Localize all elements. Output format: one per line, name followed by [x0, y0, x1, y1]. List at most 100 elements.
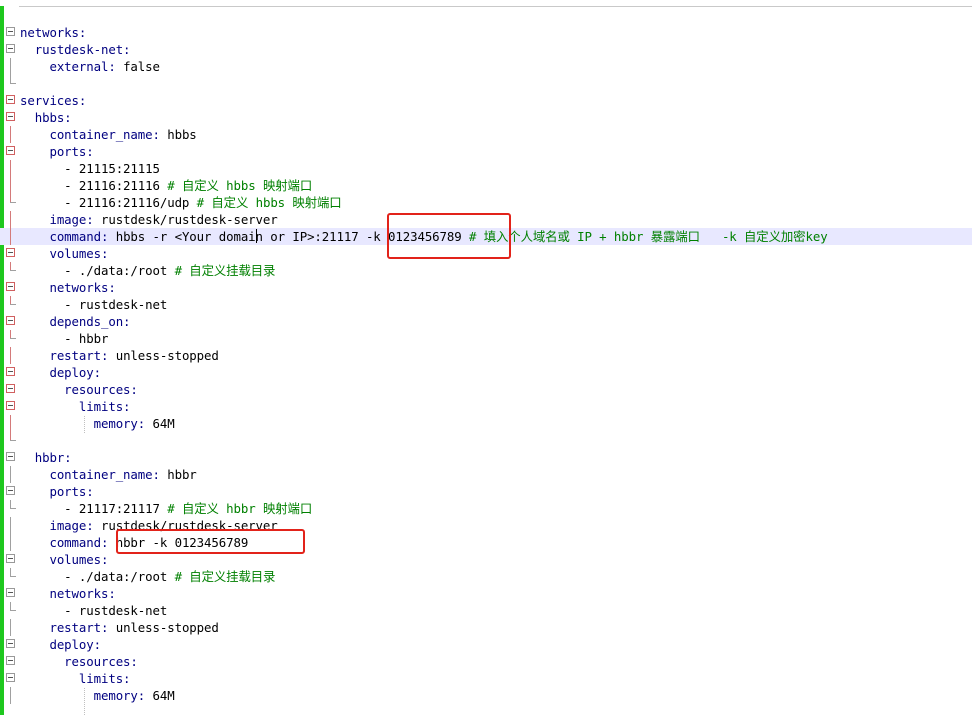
code-line[interactable]: deploy: — [0, 364, 972, 381]
code-line[interactable]: - 21115:21115 — [0, 160, 972, 177]
code-line[interactable]: container_name: hbbr — [0, 466, 972, 483]
code-line[interactable]: hbbr: — [0, 449, 972, 466]
fold-toggle-icon[interactable] — [6, 27, 15, 36]
code-line[interactable]: resources: — [0, 381, 972, 398]
yaml-value: - ./data:/root — [64, 569, 175, 584]
fold-line — [10, 534, 11, 551]
fold-toggle-icon[interactable] — [6, 146, 15, 155]
code-line[interactable]: rustdesk-net: — [0, 41, 972, 58]
code-line[interactable]: limits: — [0, 670, 972, 687]
code-text: services: — [20, 92, 86, 109]
code-line[interactable]: hbbs: — [0, 109, 972, 126]
fold-toggle-icon[interactable] — [6, 673, 15, 682]
code-line[interactable]: resources: — [0, 653, 972, 670]
fold-toggle-icon[interactable] — [6, 639, 15, 648]
yaml-comment: # 自定义 hbbr 映射端口 — [167, 501, 313, 516]
yaml-key: limits: — [78, 671, 131, 686]
code-text: external: false — [20, 58, 160, 75]
code-line[interactable]: deploy: — [0, 636, 972, 653]
yaml-value: - 21116:21116 — [64, 178, 168, 193]
code-line[interactable]: depends_on: — [0, 313, 972, 330]
yaml-key: container_name: — [49, 127, 168, 142]
fold-toggle-icon[interactable] — [6, 367, 15, 376]
yaml-key: deploy: — [49, 637, 101, 652]
yaml-key: restart: — [49, 620, 116, 635]
code-line[interactable] — [0, 432, 972, 449]
fold-toggle-icon[interactable] — [6, 248, 15, 257]
fold-toggle-icon[interactable] — [6, 486, 15, 495]
yaml-value: - hbbr — [64, 331, 109, 346]
fold-toggle-icon[interactable] — [6, 316, 15, 325]
fold-end — [10, 610, 16, 611]
code-line[interactable]: ports: — [0, 483, 972, 500]
annotation-box-hbbs-key — [387, 213, 511, 259]
fold-toggle-icon[interactable] — [6, 588, 15, 597]
code-line[interactable]: limits: — [0, 398, 972, 415]
code-text: image: rustdesk/rustdesk-server — [20, 211, 278, 228]
code-line[interactable]: services: — [0, 92, 972, 109]
yaml-key: deploy: — [49, 365, 101, 380]
yaml-key: hbbr: — [34, 450, 72, 465]
code-text: volumes: — [20, 245, 108, 262]
code-line[interactable]: external: false — [0, 58, 972, 75]
window-top-border — [0, 0, 972, 7]
code-line[interactable]: - 21116:21116/udp # 自定义 hbbs 映射端口 — [0, 194, 972, 211]
code-text: - 21117:21117 # 自定义 hbbr 映射端口 — [20, 500, 312, 517]
code-line[interactable]: - 21116:21116 # 自定义 hbbs 映射端口 — [0, 177, 972, 194]
fold-line — [10, 126, 11, 143]
fold-toggle-icon[interactable] — [6, 44, 15, 53]
code-line[interactable]: container_name: hbbs — [0, 126, 972, 143]
yaml-key: services: — [20, 93, 87, 108]
code-text: resources: — [20, 653, 138, 670]
code-text: rustdesk-net: — [20, 41, 131, 58]
code-line[interactable]: - hbbr — [0, 330, 972, 347]
fold-toggle-icon[interactable] — [6, 282, 15, 291]
fold-end — [10, 508, 16, 509]
yaml-key: memory: — [93, 688, 153, 703]
yaml-key: limits: — [78, 399, 131, 414]
code-line[interactable]: memory: 64M — [0, 415, 972, 432]
fold-toggle-icon[interactable] — [6, 95, 15, 104]
code-editor[interactable]: networks: rustdesk-net: external: false s… — [0, 24, 972, 704]
code-line[interactable]: memory: 64M — [0, 687, 972, 704]
code-line[interactable]: restart: unless-stopped — [0, 619, 972, 636]
fold-toggle-icon[interactable] — [6, 401, 15, 410]
code-line[interactable]: restart: unless-stopped — [0, 347, 972, 364]
code-line[interactable]: - rustdesk-net — [0, 602, 972, 619]
fold-toggle-icon[interactable] — [6, 656, 15, 665]
code-text: - rustdesk-net — [20, 602, 167, 619]
fold-line — [10, 347, 11, 364]
yaml-comment: # 自定义 hbbs 映射端口 — [167, 178, 313, 193]
fold-toggle-icon[interactable] — [6, 112, 15, 121]
code-line[interactable]: networks: — [0, 585, 972, 602]
code-text: deploy: — [20, 636, 101, 653]
fold-toggle-icon[interactable] — [6, 384, 15, 393]
yaml-key: networks: — [49, 586, 116, 601]
code-line[interactable]: - rustdesk-net — [0, 296, 972, 313]
code-text: ports: — [20, 143, 93, 160]
code-line[interactable]: - 21117:21117 # 自定义 hbbr 映射端口 — [0, 500, 972, 517]
fold-toggle-icon[interactable] — [6, 452, 15, 461]
code-line[interactable]: networks: — [0, 24, 972, 41]
fold-line — [10, 415, 11, 432]
code-line[interactable]: ports: — [0, 143, 972, 160]
code-line[interactable]: networks: — [0, 279, 972, 296]
code-line[interactable]: - ./data:/root # 自定义挂载目录 — [0, 262, 972, 279]
yaml-comment: # 自定义挂载目录 — [174, 569, 276, 584]
fold-line — [10, 466, 11, 483]
code-text: networks: — [20, 585, 116, 602]
fold-toggle-icon[interactable] — [6, 554, 15, 563]
code-line[interactable]: - ./data:/root # 自定义挂载目录 — [0, 568, 972, 585]
yaml-value: rustdesk/rustdesk-server — [100, 212, 278, 227]
code-line[interactable] — [0, 75, 972, 92]
